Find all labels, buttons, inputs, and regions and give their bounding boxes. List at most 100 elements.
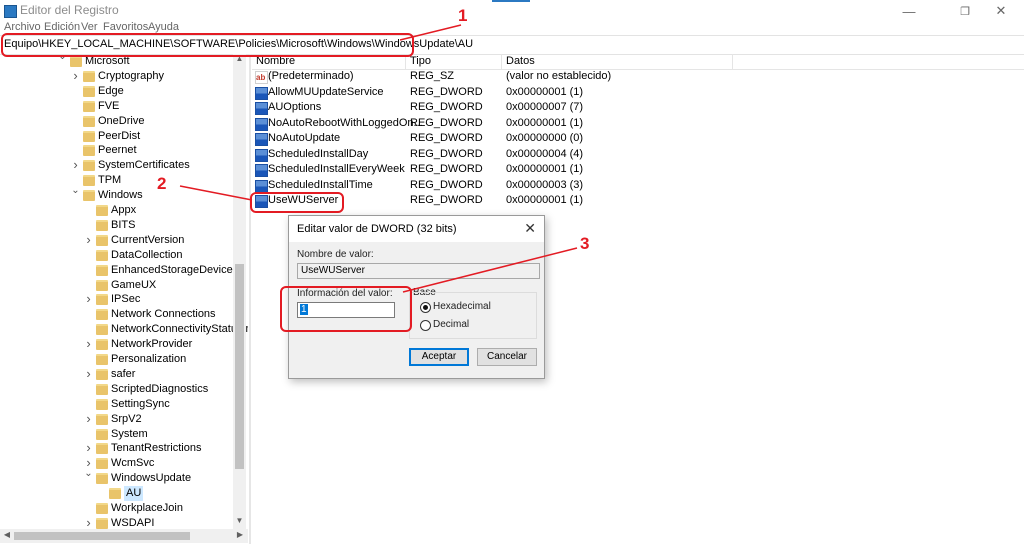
tree-item[interactable]: › WcmSvc — [84, 455, 248, 471]
column-divider[interactable] — [501, 54, 502, 69]
tree-item[interactable]: SettingSync — [84, 397, 248, 412]
scroll-up-icon[interactable]: ▲ — [233, 54, 246, 63]
close-button[interactable]: ✕ — [978, 0, 1024, 22]
value-row[interactable]: NoAutoRebootWithLoggedOn... REG_DWORD 0x00… — [252, 116, 1022, 131]
value-data-input[interactable]: 1 — [297, 302, 395, 318]
tree-item[interactable]: AU — [97, 486, 248, 502]
tree-item[interactable]: FVE — [71, 99, 248, 114]
menu-edicion[interactable]: Edición — [44, 21, 80, 33]
tree-item[interactable]: ⌄ Microsoft — [58, 54, 248, 69]
tree-item[interactable]: › NetworkProvider — [84, 336, 248, 352]
folder-icon — [96, 503, 108, 514]
tree-item[interactable]: › Cryptography — [71, 68, 248, 84]
cancel-button[interactable]: Cancelar — [477, 348, 537, 366]
tree-item[interactable]: DataCollection — [84, 248, 248, 263]
menu-ayuda[interactable]: Ayuda — [148, 21, 179, 33]
tree-item-label: WorkplaceJoin — [111, 502, 183, 514]
tree-item[interactable]: EnhancedStorageDevices — [84, 263, 248, 278]
minimize-button[interactable]: — — [886, 0, 932, 22]
tree-vertical-scrollbar[interactable]: ▲ ▼ — [233, 54, 246, 529]
tree-item-label: DataCollection — [111, 248, 183, 261]
chevron-right-icon[interactable]: › — [84, 336, 93, 351]
tree-item[interactable]: GameUX — [84, 278, 248, 293]
tree-item[interactable]: Appx — [84, 203, 248, 218]
tree-item[interactable]: › SystemCertificates — [71, 157, 248, 173]
chevron-right-icon[interactable]: › — [84, 411, 93, 426]
regedit-icon — [4, 5, 17, 18]
tree-item[interactable]: › TenantRestrictions — [84, 440, 248, 456]
value-row[interactable]: AllowMUUpdateService REG_DWORD 0x00000001 … — [252, 85, 1022, 100]
tree-item[interactable]: ⌄ WindowsUpdate — [84, 468, 248, 486]
tree-item[interactable]: › CurrentVersion — [84, 232, 248, 248]
tree-scroll-thumb[interactable] — [235, 264, 244, 469]
dialog-close-icon[interactable]: ✕ — [524, 220, 536, 237]
chevron-down-icon[interactable]: ⌄ — [71, 185, 80, 196]
address-path[interactable]: Equipo\HKEY_LOCAL_MACHINE\SOFTWARE\Polic… — [4, 38, 473, 50]
value-row[interactable]: AUOptions REG_DWORD 0x00000007 (7) — [252, 100, 1022, 115]
tree-item[interactable]: NetworkConnectivityStatusInd — [84, 322, 248, 337]
column-header-data[interactable]: Datos — [506, 55, 535, 67]
scroll-right-icon[interactable]: ▶ — [234, 530, 246, 539]
folder-icon — [83, 100, 95, 112]
tree-item-label: Cryptography — [98, 69, 165, 82]
tree-horizontal-scrollbar[interactable]: ◀ ▶ — [0, 529, 248, 543]
value-row[interactable]: ab (Predeterminado) REG_SZ (valor no establ… — [252, 69, 1022, 84]
decimal-label[interactable]: Decimal — [433, 319, 469, 330]
tree-item[interactable]: OneDrive — [71, 114, 248, 129]
value-row[interactable]: ScheduledInstallTime REG_DWORD 0x00000003 … — [252, 178, 1022, 193]
scroll-down-icon[interactable]: ▼ — [233, 516, 246, 525]
tree-item[interactable]: › safer — [84, 366, 248, 382]
tree-item[interactable]: System — [84, 427, 248, 442]
tree-hscroll-thumb[interactable] — [14, 532, 190, 540]
tree-item[interactable]: BITS — [84, 218, 248, 233]
menu-archivo[interactable]: Archivo — [4, 21, 41, 33]
value-row[interactable]: NoAutoUpdate REG_DWORD 0x00000000 (0) — [252, 131, 1022, 146]
value-data-text[interactable]: 1 — [300, 304, 308, 315]
tree-item[interactable]: Network Connections — [84, 307, 248, 322]
chevron-right-icon[interactable]: › — [84, 440, 93, 455]
column-divider[interactable] — [732, 54, 733, 69]
hexadecimal-radio[interactable] — [420, 302, 431, 313]
chevron-right-icon[interactable]: › — [71, 157, 80, 172]
pane-splitter[interactable] — [249, 54, 251, 544]
column-divider[interactable] — [405, 54, 406, 69]
tree-item-label: NetworkProvider — [111, 338, 193, 351]
tree-item[interactable]: ScriptedDiagnostics — [84, 382, 248, 397]
value-type: REG_SZ — [410, 70, 455, 82]
chevron-right-icon[interactable]: › — [71, 68, 80, 83]
callout-2: 2 — [157, 174, 167, 193]
value-row[interactable]: UseWUServer REG_DWORD 0x00000001 (1) — [252, 193, 1022, 208]
chevron-right-icon[interactable]: › — [84, 515, 93, 529]
folder-icon — [83, 190, 95, 202]
chevron-down-icon[interactable]: ⌄ — [58, 54, 67, 62]
hexadecimal-label[interactable]: Hexadecimal — [433, 301, 491, 312]
menu-favoritos[interactable]: Favoritos — [103, 21, 148, 33]
chevron-right-icon[interactable]: › — [84, 366, 93, 381]
address-bar[interactable]: Equipo\HKEY_LOCAL_MACHINE\SOFTWARE\Polic… — [0, 35, 1024, 55]
chevron-right-icon[interactable]: › — [84, 291, 93, 306]
decimal-radio[interactable] — [420, 320, 431, 331]
scroll-left-icon[interactable]: ◀ — [1, 530, 13, 539]
tree-item-label: NetworkConnectivityStatusInd — [111, 323, 248, 336]
menu-ver[interactable]: Ver — [81, 21, 98, 33]
value-row[interactable]: ScheduledInstallEveryWeek REG_DWORD 0x0000… — [252, 162, 1022, 177]
column-header-type[interactable]: Tipo — [410, 55, 431, 67]
tree-item[interactable]: › IPSec — [84, 291, 248, 307]
value-row[interactable]: ScheduledInstallDay REG_DWORD 0x00000004 (… — [252, 147, 1022, 162]
tree-item[interactable]: Peernet — [71, 143, 248, 158]
tree-item[interactable]: Personalization — [84, 352, 248, 367]
accept-button[interactable]: Aceptar — [409, 348, 469, 366]
tree-item[interactable]: › SrpV2 — [84, 411, 248, 427]
dialog-title-bar: Editar valor de DWORD (32 bits) ✕ — [289, 216, 544, 242]
folder-icon — [96, 264, 108, 276]
tree-item[interactable]: WorkplaceJoin — [84, 501, 248, 516]
tree-item-label: BITS — [111, 218, 136, 231]
tree-item[interactable]: PeerDist — [71, 129, 248, 144]
column-header-name[interactable]: Nombre — [256, 55, 295, 67]
key-tree: ⌄ Microsoft › Cryptography Edge FVE OneDrive Pe… — [0, 54, 248, 529]
chevron-right-icon[interactable]: › — [84, 232, 93, 247]
tree-item[interactable]: Edge — [71, 84, 248, 99]
tree-item-label: Personalization — [111, 353, 187, 365]
chevron-down-icon[interactable]: ⌄ — [84, 468, 93, 479]
tree-item[interactable]: › WSDAPI — [84, 515, 248, 529]
